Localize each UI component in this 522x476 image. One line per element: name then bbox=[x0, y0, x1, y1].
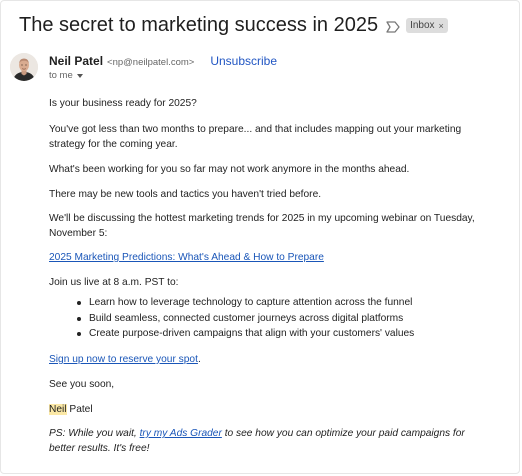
body-paragraph: We'll be discussing the hottest marketin… bbox=[49, 213, 475, 239]
unsubscribe-link[interactable]: Unsubscribe bbox=[210, 54, 277, 68]
body-paragraph: There may be new tools and tactics you h… bbox=[49, 189, 322, 200]
remove-label-icon[interactable]: × bbox=[439, 21, 444, 31]
signup-link[interactable]: Sign up now to reserve your spot bbox=[49, 354, 198, 365]
body-paragraph: What's been working for you so far may n… bbox=[49, 164, 410, 175]
list-item: Learn how to leverage technology to capt… bbox=[49, 296, 414, 312]
list-item: Build seamless, connected customer journ… bbox=[49, 312, 414, 328]
signature-first-name: Neil bbox=[49, 404, 67, 415]
list-item: Create purpose-driven campaigns that ali… bbox=[49, 327, 414, 343]
email-view: The secret to marketing success in 2025 … bbox=[0, 0, 520, 474]
inbox-label-chip[interactable]: Inbox × bbox=[406, 18, 448, 33]
sender-name[interactable]: Neil Patel bbox=[49, 54, 103, 68]
body-paragraph: Join us live at 8 a.m. PST to: bbox=[49, 277, 179, 288]
ps-paragraph: PS: While you wait, try my Ads Grader to… bbox=[49, 427, 489, 456]
signature: Neil Patel bbox=[49, 403, 489, 418]
inbox-label-text: Inbox bbox=[410, 20, 435, 31]
webinar-paragraph: 2025 Marketing Predictions: What's Ahead… bbox=[49, 251, 489, 266]
body-paragraph: Is your business ready for 2025? bbox=[49, 98, 197, 109]
sender-avatar[interactable] bbox=[10, 53, 38, 81]
recipient-row: to me bbox=[49, 70, 83, 81]
signature-last-name: Patel bbox=[66, 404, 93, 415]
recipient-label: to me bbox=[49, 70, 73, 81]
signup-paragraph: Sign up now to reserve your spot. bbox=[49, 353, 489, 368]
chevron-down-icon[interactable] bbox=[76, 73, 83, 78]
ads-grader-link[interactable]: try my Ads Grader bbox=[140, 428, 222, 439]
benefits-list: Learn how to leverage technology to capt… bbox=[49, 296, 414, 343]
signup-period: . bbox=[197, 354, 201, 365]
subject-row: The secret to marketing success in 2025 … bbox=[19, 14, 448, 37]
ps-text-before: PS: While you wait, bbox=[49, 428, 140, 439]
email-subject: The secret to marketing success in 2025 bbox=[19, 14, 379, 36]
sender-row: Neil Patel <np@neilpatel.com> Unsubscrib… bbox=[49, 54, 277, 68]
body-paragraph: You've got less than two months to prepa… bbox=[49, 124, 462, 150]
sender-email: <np@neilpatel.com> bbox=[107, 57, 195, 68]
webinar-link[interactable]: 2025 Marketing Predictions: What's Ahead… bbox=[49, 252, 324, 263]
closing-line: See you soon, bbox=[49, 379, 115, 390]
importance-marker-icon[interactable] bbox=[386, 20, 400, 33]
